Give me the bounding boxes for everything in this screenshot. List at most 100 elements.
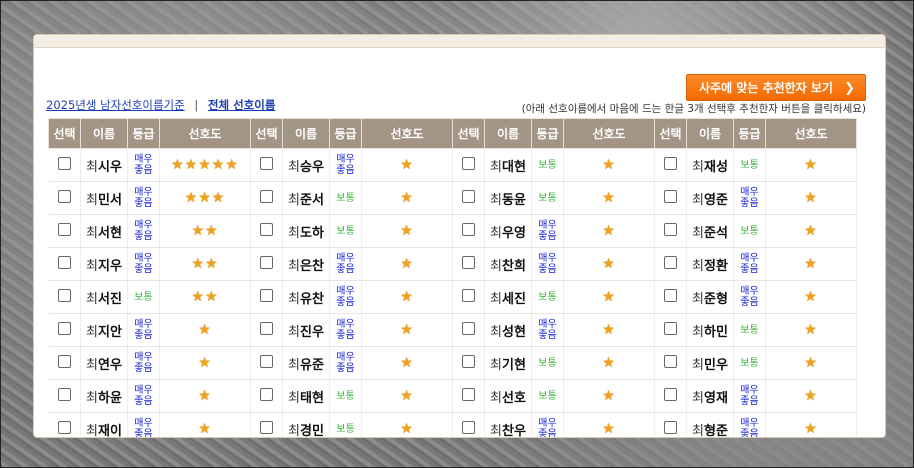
name-checkbox[interactable] xyxy=(462,289,475,302)
name-checkbox[interactable] xyxy=(260,421,273,434)
name-cell: 최서현 xyxy=(80,214,128,248)
name-checkbox[interactable] xyxy=(57,322,71,335)
grade-label: 매우 xyxy=(740,253,759,264)
name-checkbox[interactable] xyxy=(260,256,273,269)
name-checkbox[interactable] xyxy=(260,388,273,401)
name-cell: 최동윤 xyxy=(484,181,532,215)
name-cell: 최승우 xyxy=(282,148,330,182)
grade-label: 좋음 xyxy=(740,429,759,438)
name-cell: 최세진 xyxy=(484,280,532,314)
select-cell xyxy=(452,346,485,380)
grade-label: 좋음 xyxy=(134,264,153,275)
star-rating-icon: ★ xyxy=(602,289,616,305)
given-name: 선호 xyxy=(502,390,526,406)
star-rating-icon: ★ xyxy=(198,421,212,437)
surname: 최 xyxy=(86,357,99,373)
name-cell: 최은찬 xyxy=(282,247,330,281)
name-checkbox[interactable] xyxy=(57,355,71,368)
given-name: 찬희 xyxy=(502,258,526,274)
given-name: 영재 xyxy=(704,390,728,406)
table-row: 최시우 매우 좋음 ★★★★★ 최승우 매우 좋음 ★ 최대현 보통 ★ 최재성 보통 ★ xyxy=(48,148,857,182)
name-cell: 최연우 xyxy=(80,346,128,380)
table-row: 최하윤 매우 좋음 ★ 최태현 보통 ★ 최선호 보통 ★ 최영재 매우 좋음 ★ xyxy=(48,379,857,413)
select-cell xyxy=(250,379,283,413)
name-checkbox[interactable] xyxy=(57,157,71,170)
star-rating-icon: ★★★★★ xyxy=(171,157,239,173)
name-checkbox[interactable] xyxy=(462,256,475,269)
male-preference-link[interactable]: 2025년생 남자선호이름기준 xyxy=(46,98,185,112)
name-checkbox[interactable] xyxy=(462,388,475,401)
name-checkbox[interactable] xyxy=(57,223,71,236)
select-cell xyxy=(654,412,687,437)
name-checkbox[interactable] xyxy=(57,256,71,269)
given-name: 유찬 xyxy=(300,291,324,307)
surname: 최 xyxy=(490,390,503,406)
grade-label: 좋음 xyxy=(538,429,557,438)
name-checkbox[interactable] xyxy=(664,289,677,302)
star-rating-icon: ★ xyxy=(804,256,818,272)
name-checkbox[interactable] xyxy=(462,190,475,203)
name-checkbox[interactable] xyxy=(664,190,677,203)
name-cell: 최기현 xyxy=(484,346,532,380)
name-cell: 최도하 xyxy=(282,214,330,248)
name-cell: 최재이 xyxy=(80,412,128,437)
grade-cell: 매우 좋음 xyxy=(531,313,564,347)
name-checkbox[interactable] xyxy=(664,322,677,335)
name-checkbox[interactable] xyxy=(57,388,71,401)
surname: 최 xyxy=(86,324,99,340)
name-checkbox[interactable] xyxy=(462,421,475,434)
name-checkbox[interactable] xyxy=(664,157,677,170)
name-checkbox[interactable] xyxy=(57,190,71,203)
surname: 최 xyxy=(490,291,503,307)
name-checkbox[interactable] xyxy=(664,223,677,236)
name-checkbox[interactable] xyxy=(462,355,475,368)
column-header: 선택 xyxy=(250,118,283,149)
star-rating-icon: ★ xyxy=(602,421,616,437)
name-cell: 최정환 xyxy=(686,247,734,281)
name-checkbox[interactable] xyxy=(462,157,475,170)
all-preference-link[interactable]: 전체 선호이름 xyxy=(208,98,275,112)
name-checkbox[interactable] xyxy=(260,190,273,203)
grade-cell: 매우 좋음 xyxy=(733,280,766,314)
name-checkbox[interactable] xyxy=(260,355,273,368)
grade-cell: 매우 좋음 xyxy=(329,313,362,347)
name-checkbox[interactable] xyxy=(664,355,677,368)
preference-cell: ★ xyxy=(765,313,857,347)
name-checkbox[interactable] xyxy=(664,388,677,401)
grade-label: 좋음 xyxy=(336,264,355,275)
name-checkbox[interactable] xyxy=(260,289,273,302)
table-row: 최서진 보통 ★★ 최유찬 매우 좋음 ★ 최세진 보통 ★ 최준형 매우 좋음 ★ xyxy=(48,280,857,314)
name-checkbox[interactable] xyxy=(664,256,677,269)
given-name: 동윤 xyxy=(502,192,526,208)
name-checkbox[interactable] xyxy=(260,223,273,236)
top-links: 2025년생 남자선호이름기준 | 전체 선호이름 xyxy=(46,97,275,113)
name-cell: 최민서 xyxy=(80,181,128,215)
star-rating-icon: ★ xyxy=(198,322,212,338)
name-checkbox[interactable] xyxy=(57,421,71,434)
select-cell xyxy=(452,181,485,215)
surname: 최 xyxy=(490,192,503,208)
grade-label: 좋음 xyxy=(336,330,355,341)
name-checkbox[interactable] xyxy=(664,421,677,434)
table-header-row: 선택 이름 등급 선호도 선택 이름 등급 선호도 선택 이름 등급 선호도 선택 이름 등급 선호도 xyxy=(48,118,857,149)
select-cell xyxy=(48,148,81,182)
name-cell: 최성현 xyxy=(484,313,532,347)
grade-label: 매우 xyxy=(336,352,355,363)
name-checkbox[interactable] xyxy=(462,322,475,335)
grade-label: 매우 xyxy=(134,154,153,165)
preference-cell: ★ xyxy=(563,280,655,314)
name-checkbox[interactable] xyxy=(260,157,273,170)
preference-cell: ★ xyxy=(563,181,655,215)
star-rating-icon: ★ xyxy=(804,388,818,404)
grade-label: 보통 xyxy=(134,291,153,303)
name-checkbox[interactable] xyxy=(57,289,71,302)
name-checkbox[interactable] xyxy=(260,322,273,335)
star-rating-icon: ★ xyxy=(804,157,818,173)
grade-label: 보통 xyxy=(336,390,355,402)
recommend-hanja-button[interactable]: 사주에 맞는 추천한자 보기 ❯ xyxy=(686,74,866,101)
star-rating-icon: ★ xyxy=(602,256,616,272)
star-rating-icon: ★ xyxy=(400,190,414,206)
name-checkbox[interactable] xyxy=(462,223,475,236)
name-cell: 최대현 xyxy=(484,148,532,182)
table-row: 최서현 매우 좋음 ★★ 최도하 보통 ★ 최우영 매우 좋음 ★ 최준석 보통 ★ xyxy=(48,214,857,248)
